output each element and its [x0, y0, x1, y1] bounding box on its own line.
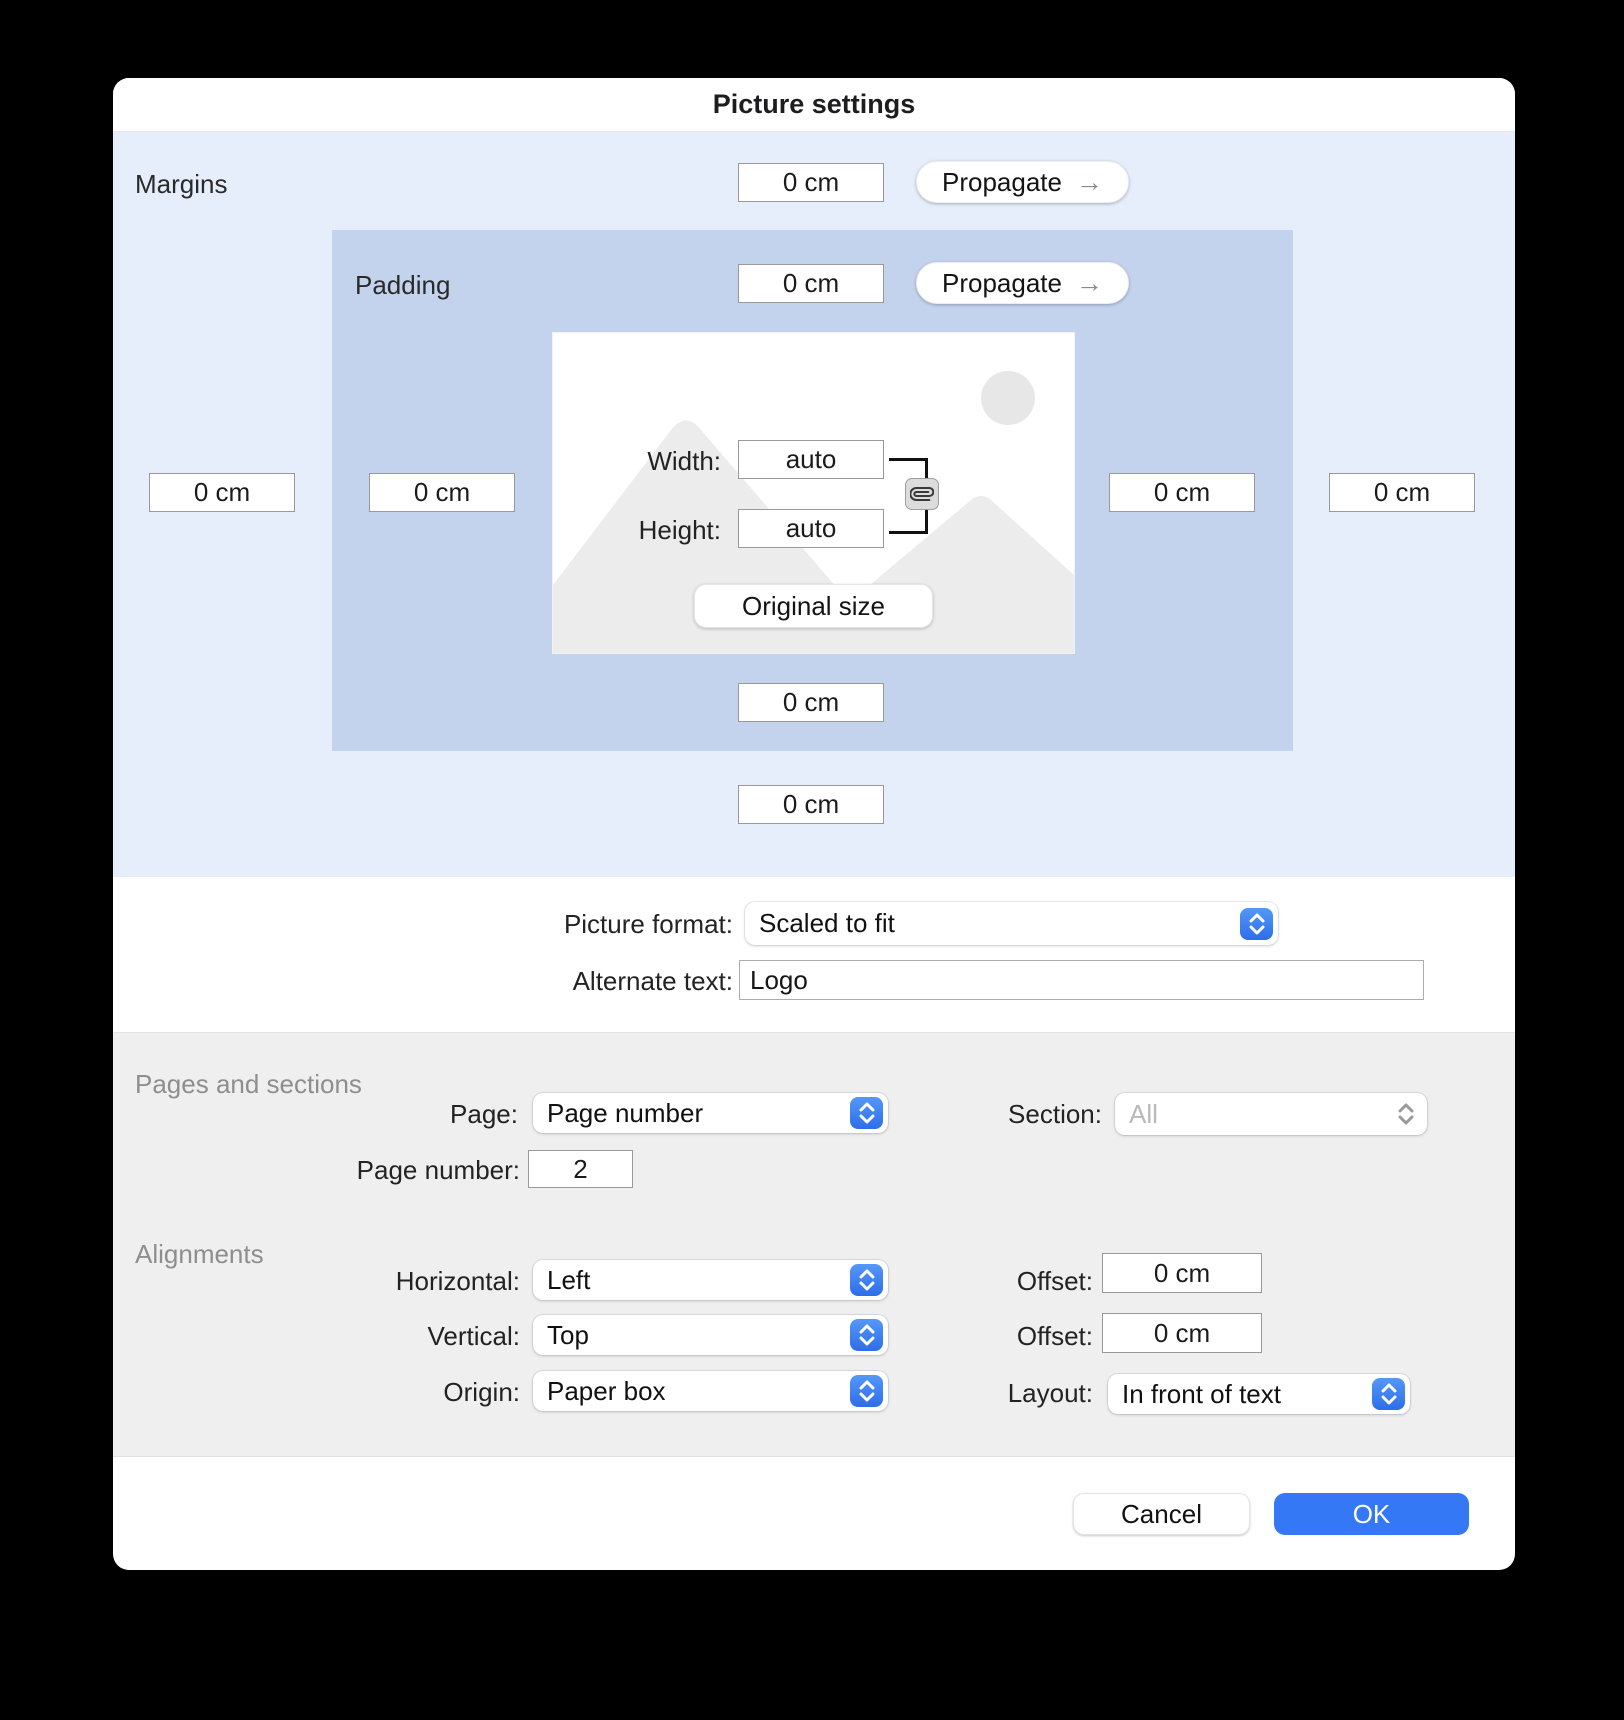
padding-left-input[interactable] — [369, 473, 515, 512]
offset-horizontal-input[interactable] — [1102, 1253, 1262, 1293]
margin-left-input[interactable] — [149, 473, 295, 512]
original-size-button[interactable]: Original size — [694, 584, 933, 628]
page-label: Page: — [113, 1099, 518, 1130]
section-select-value: All — [1129, 1099, 1158, 1130]
horizontal-select-value: Left — [547, 1265, 590, 1296]
offset-vertical-input[interactable] — [1102, 1313, 1262, 1353]
picture-settings-dialog: Picture settings Margins Propagate → Pad… — [113, 78, 1515, 1570]
vertical-label: Vertical: — [113, 1321, 520, 1352]
page-select[interactable]: Page number — [533, 1093, 888, 1133]
propagate-arrow-icon: → — [1076, 270, 1103, 297]
layout-select[interactable]: In front of text — [1108, 1374, 1410, 1414]
height-label: Height: — [553, 515, 721, 546]
page-number-input[interactable] — [528, 1150, 633, 1188]
stepper-icon — [850, 1097, 883, 1129]
section-select: All — [1115, 1093, 1427, 1135]
ok-button[interactable]: OK — [1274, 1493, 1469, 1535]
offset-vertical-label: Offset: — [893, 1321, 1093, 1352]
page-select-value: Page number — [547, 1098, 703, 1129]
padding-panel: Padding Propagate → Width: — [332, 230, 1293, 751]
width-label: Width: — [553, 446, 721, 477]
section-label: Section: — [902, 1099, 1102, 1130]
margins-panel: Margins Propagate → Padding Propagate → — [113, 131, 1515, 877]
picture-format-label: Picture format: — [113, 909, 733, 940]
margin-right-input[interactable] — [1329, 473, 1475, 512]
layout-label: Layout: — [893, 1378, 1093, 1409]
original-size-label: Original size — [742, 591, 885, 622]
padding-top-input[interactable] — [738, 264, 884, 303]
horizontal-label: Horizontal: — [113, 1266, 520, 1297]
stepper-icon — [1372, 1378, 1405, 1410]
origin-select-value: Paper box — [547, 1376, 666, 1407]
picture-format-value: Scaled to fit — [759, 908, 895, 939]
cancel-label: Cancel — [1121, 1499, 1202, 1530]
stepper-icon — [850, 1264, 883, 1296]
margin-bottom-input[interactable] — [738, 785, 884, 824]
cancel-button[interactable]: Cancel — [1073, 1493, 1250, 1535]
propagate-arrow-icon: → — [1076, 169, 1103, 196]
offset-horizontal-label: Offset: — [893, 1266, 1093, 1297]
origin-label: Origin: — [113, 1377, 520, 1408]
dialog-titlebar: Picture settings — [113, 78, 1515, 132]
padding-right-input[interactable] — [1109, 473, 1255, 512]
screen-background: Picture settings Margins Propagate → Pad… — [0, 0, 1624, 1720]
horizontal-select[interactable]: Left — [533, 1260, 888, 1300]
pages-sections-header: Pages and sections — [135, 1069, 362, 1100]
margin-top-input[interactable] — [738, 163, 884, 202]
page-number-label: Page number: — [113, 1155, 520, 1186]
padding-label: Padding — [355, 270, 450, 301]
alternate-text-input[interactable] — [739, 960, 1424, 1000]
sun-shape — [981, 371, 1035, 425]
height-input[interactable] — [738, 509, 884, 548]
propagate-margins-label: Propagate — [942, 167, 1062, 198]
propagate-padding-label: Propagate — [942, 268, 1062, 299]
width-input[interactable] — [738, 440, 884, 479]
origin-select[interactable]: Paper box — [533, 1371, 888, 1411]
image-preview: Width: Height: Original size — [552, 332, 1075, 654]
dialog-title: Picture settings — [713, 89, 916, 120]
paperclip-icon — [910, 482, 934, 506]
layout-select-value: In front of text — [1122, 1379, 1281, 1410]
ok-label: OK — [1353, 1499, 1391, 1530]
stepper-icon — [850, 1375, 883, 1407]
margins-label: Margins — [135, 169, 227, 200]
vertical-select-value: Top — [547, 1320, 589, 1351]
propagate-padding-button[interactable]: Propagate → — [916, 262, 1129, 304]
stepper-icon — [1389, 1098, 1422, 1130]
padding-bottom-input[interactable] — [738, 683, 884, 722]
stepper-icon — [850, 1319, 883, 1351]
alternate-text-label: Alternate text: — [113, 966, 733, 997]
picture-format-select[interactable]: Scaled to fit — [745, 902, 1278, 945]
vertical-select[interactable]: Top — [533, 1315, 888, 1355]
lock-aspect-ratio-toggle[interactable] — [905, 478, 939, 510]
stepper-icon — [1240, 908, 1273, 940]
propagate-margins-button[interactable]: Propagate → — [916, 161, 1129, 203]
